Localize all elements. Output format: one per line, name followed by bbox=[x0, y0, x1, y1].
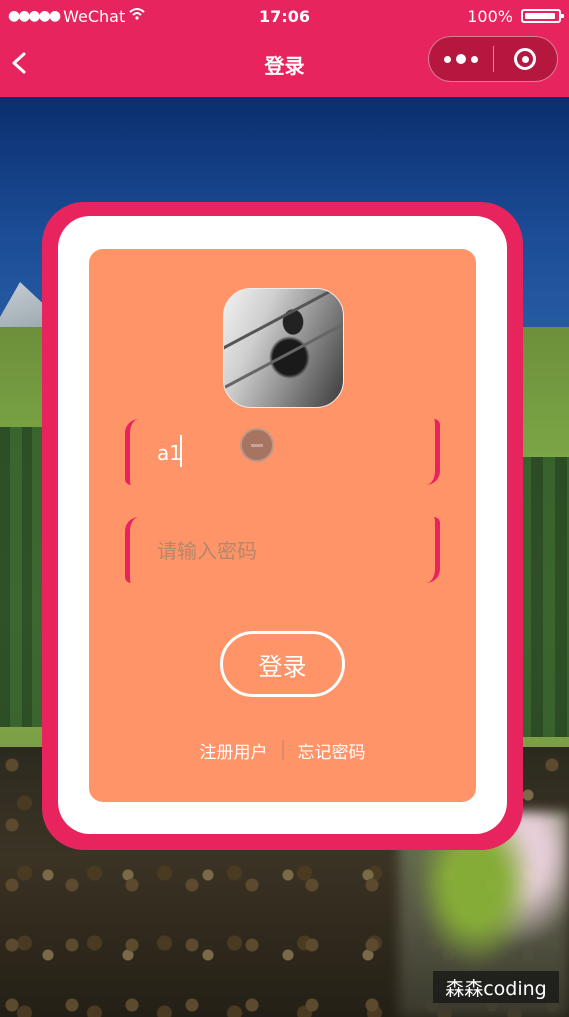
username-field-wrapper bbox=[125, 419, 440, 487]
login-card-frame: 登录 注册用户 忘记密码 bbox=[42, 202, 523, 850]
field-bracket-left bbox=[125, 419, 139, 485]
password-field-wrapper bbox=[125, 517, 440, 585]
status-left: ●●●●● WeChat bbox=[8, 7, 145, 26]
watermark: 森森coding bbox=[433, 971, 559, 1003]
field-bracket-left bbox=[125, 517, 139, 583]
login-panel: 登录 注册用户 忘记密码 bbox=[89, 249, 476, 802]
text-cursor bbox=[180, 435, 182, 467]
signal-icon: ●●●●● bbox=[8, 8, 61, 24]
link-separator bbox=[281, 740, 284, 760]
register-link[interactable]: 注册用户 bbox=[200, 738, 268, 763]
forgot-password-link[interactable]: 忘记密码 bbox=[298, 738, 366, 763]
login-card-border: 登录 注册用户 忘记密码 bbox=[58, 216, 507, 834]
mini-program-capsule bbox=[428, 36, 558, 82]
status-right: 100% bbox=[467, 6, 564, 26]
carrier-name: WeChat bbox=[63, 6, 126, 26]
login-button[interactable]: 登录 bbox=[220, 631, 345, 697]
close-target-icon[interactable] bbox=[494, 37, 558, 81]
username-input[interactable] bbox=[155, 433, 414, 473]
auth-links: 注册用户 忘记密码 bbox=[89, 735, 476, 765]
battery-icon bbox=[521, 9, 564, 23]
field-bracket-right bbox=[426, 419, 440, 485]
status-bar: ●●●●● WeChat 17:06 100% bbox=[0, 0, 569, 32]
field-bracket-right bbox=[426, 517, 440, 583]
menu-dots-icon[interactable] bbox=[429, 37, 493, 81]
avatar bbox=[223, 288, 344, 408]
touch-indicator bbox=[240, 428, 274, 462]
battery-percent: 100% bbox=[467, 6, 513, 26]
nav-bar: 登录 bbox=[0, 32, 569, 97]
wifi-icon bbox=[129, 8, 145, 24]
password-input[interactable] bbox=[155, 531, 414, 571]
